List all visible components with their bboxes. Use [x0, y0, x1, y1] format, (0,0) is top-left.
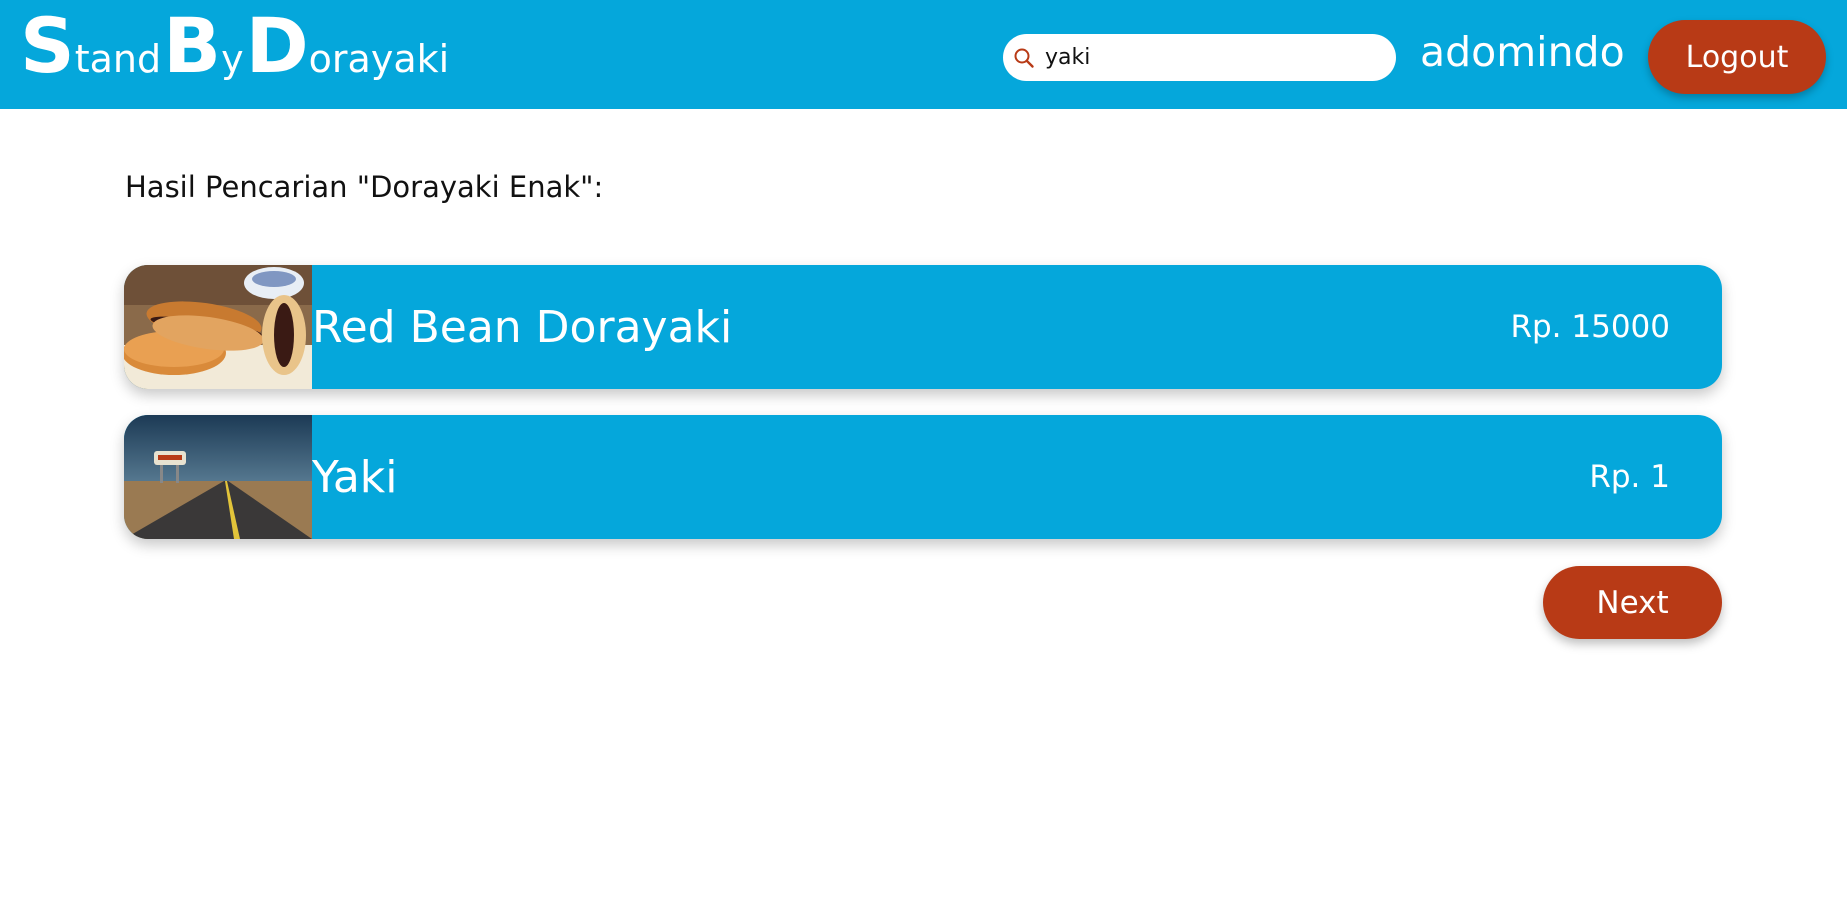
results-heading: Hasil Pencarian "Dorayaki Enak": [125, 170, 604, 204]
top-navbar: S tand B y D orayaki adomindo Logout [0, 0, 1847, 109]
product-name[interactable]: Red Bean Dorayaki [312, 265, 732, 389]
logo-text-orayaki: orayaki [308, 37, 450, 81]
site-logo[interactable]: S tand B y D orayaki [20, 8, 451, 84]
logo-text-y: y [221, 37, 244, 81]
product-card[interactable]: Red Bean Dorayaki Rp. 15000 [124, 265, 1722, 389]
product-price: Rp. 15000 [1510, 309, 1670, 345]
product-card[interactable]: Yaki Rp. 1 [124, 415, 1722, 539]
product-thumbnail-las-vegas-road[interactable] [124, 415, 312, 539]
logo-letter-b: B [163, 1, 222, 90]
logout-button[interactable]: Logout [1648, 20, 1826, 94]
product-name[interactable]: Yaki [312, 415, 398, 539]
logo-letter-d: D [245, 1, 309, 90]
product-price: Rp. 1 [1589, 459, 1670, 495]
username-label[interactable]: adomindo [1420, 28, 1625, 77]
logo-text-tand: tand [74, 37, 162, 81]
search-input[interactable] [1045, 45, 1375, 70]
search-bar[interactable] [1003, 34, 1396, 81]
product-thumbnail-dorayaki[interactable] [124, 265, 312, 389]
next-page-button[interactable]: Next [1543, 566, 1722, 639]
logo-letter-s: S [20, 1, 75, 90]
search-icon[interactable] [1009, 43, 1039, 73]
